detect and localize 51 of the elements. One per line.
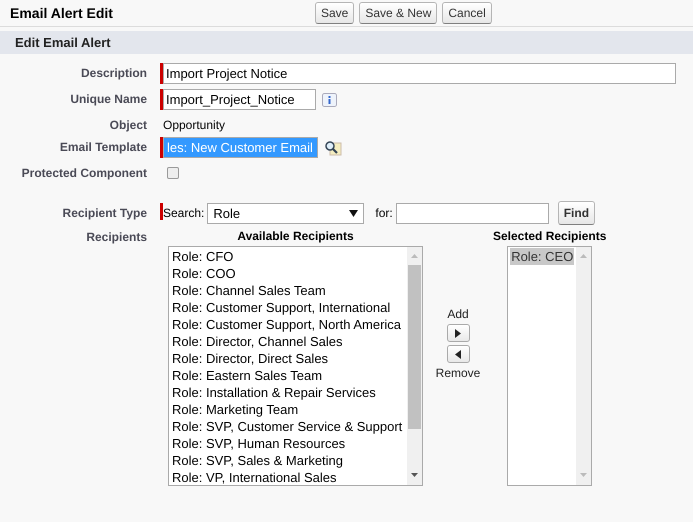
unique-name-field[interactable]: Import_Project_Notice: [163, 89, 316, 110]
right-arrow-icon: [455, 328, 461, 338]
list-item[interactable]: Role: Eastern Sales Team: [171, 367, 324, 384]
add-label: Add: [447, 307, 469, 321]
add-button[interactable]: [446, 324, 470, 342]
field-label: Object: [108, 117, 147, 134]
list-item[interactable]: Role: Installation & Repair Services: [171, 384, 377, 401]
find-button[interactable]: Find: [558, 201, 596, 225]
info-icon[interactable]: [322, 93, 337, 107]
list-item[interactable]: Role: Director, Channel Sales: [171, 333, 344, 350]
search-label: Search:: [163, 205, 204, 220]
list-item[interactable]: Role: CFO: [171, 248, 234, 265]
selected-recipients-list[interactable]: Role: CEO: [507, 246, 592, 486]
dropdown-arrow-icon: [349, 210, 358, 217]
field-label: Unique Name: [69, 91, 147, 108]
scrollbar[interactable]: [576, 247, 592, 485]
toolbar-button[interactable]: Save: [315, 2, 354, 24]
scrollbar[interactable]: [407, 247, 422, 485]
remove-label: Remove: [436, 366, 480, 380]
toolbar-button[interactable]: Save & New: [359, 2, 438, 24]
list-title: Selected Recipients: [493, 229, 606, 245]
list-item[interactable]: Role: SVP, Human Resources: [171, 435, 346, 452]
field-label: Protected Component: [20, 165, 147, 182]
object-value: Opportunity: [163, 117, 226, 132]
toolbar-button[interactable]: Cancel: [442, 2, 492, 24]
list-item[interactable]: Role: Customer Support, North America: [171, 316, 402, 333]
list-item[interactable]: Role: SVP, Sales & Marketing: [171, 452, 344, 469]
list-item[interactable]: Role: VP, International Sales: [171, 469, 338, 485]
checkbox[interactable]: [167, 167, 179, 179]
list-item[interactable]: Role: Marketing Team: [171, 401, 300, 418]
for-label: for:: [375, 205, 393, 220]
list-item[interactable]: Role: Customer Support, International: [171, 299, 392, 316]
list-title: Available Recipients: [237, 229, 354, 245]
field-label: Recipient Type: [62, 205, 147, 222]
list-item[interactable]: Role: COO: [171, 265, 237, 282]
section-title: Edit Email Alert: [15, 35, 111, 50]
remove-button[interactable]: [446, 345, 470, 363]
list-item[interactable]: Role: Director, Direct Sales: [171, 350, 330, 367]
list-item[interactable]: Role: Channel Sales Team: [171, 282, 327, 299]
field-label: Email Template: [58, 139, 147, 156]
search-field[interactable]: [396, 203, 549, 224]
description-field[interactable]: Import Project Notice: [163, 63, 676, 84]
recipient-type-dropdown[interactable]: Role: [207, 203, 364, 224]
search-icon[interactable]: [324, 140, 342, 156]
field-label: Description: [80, 65, 147, 82]
available-recipients-list[interactable]: [168, 246, 423, 486]
field-label: Recipients: [85, 229, 147, 246]
list-item[interactable]: Role: CEO: [510, 248, 574, 265]
page-title: Email Alert Edit: [10, 5, 114, 21]
list-item[interactable]: Role: SVP, Customer Service & Support: [171, 418, 404, 435]
left-arrow-icon: [455, 350, 461, 358]
